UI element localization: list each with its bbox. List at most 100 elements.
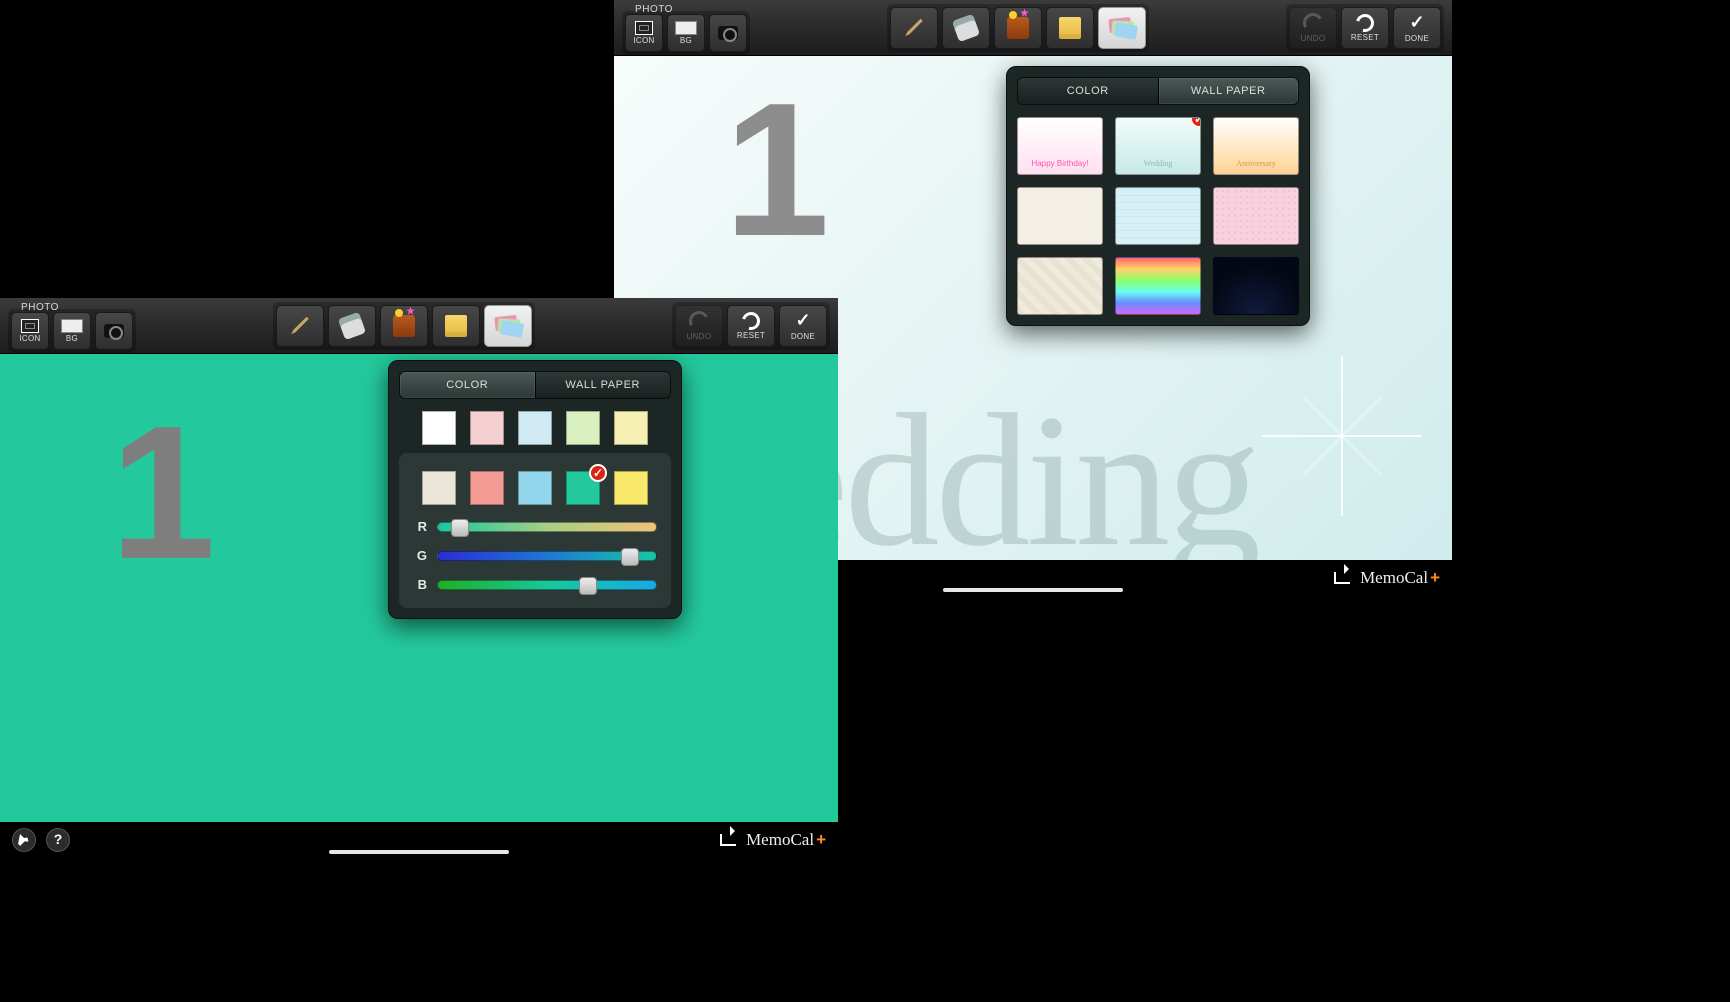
stickers-icon (393, 315, 415, 337)
background-popover: COLOR WALL PAPER Happy Birthday! Wedding A… (1006, 66, 1310, 326)
done-button[interactable]: DONE (1393, 7, 1441, 49)
color-swatch[interactable] (422, 411, 456, 445)
photo-label: PHOTO (8, 302, 72, 313)
eraser-icon (952, 13, 980, 41)
eraser-icon (338, 311, 366, 339)
undo-button: UNDO (675, 305, 723, 347)
popover-tabs: COLOR WALL PAPER (399, 371, 671, 399)
swatch-row-2 (413, 471, 657, 505)
bg-mode-button[interactable]: BG (53, 312, 91, 350)
color-swatch[interactable] (566, 411, 600, 445)
background-popover: COLOR WALL PAPER R G B (388, 360, 682, 619)
wallpaper-caption: Wedding (1144, 159, 1173, 174)
undo-icon (685, 307, 712, 334)
eraser-tool[interactable] (942, 7, 990, 49)
photo-group: PHOTO ICON BG (8, 299, 136, 353)
color-swatch[interactable] (614, 411, 648, 445)
reset-icon (739, 308, 764, 333)
check-icon (795, 310, 810, 331)
wallpaper-anniversary[interactable]: Anniversary (1213, 117, 1299, 175)
camera-icon (718, 26, 738, 40)
note-tool[interactable] (432, 305, 480, 347)
color-swatch[interactable] (422, 471, 456, 505)
wallpaper-night-sky[interactable] (1213, 257, 1299, 315)
wallpaper-rainbow[interactable] (1115, 257, 1201, 315)
color-swatch[interactable] (518, 471, 552, 505)
color-swatch[interactable] (566, 471, 600, 505)
share-icon[interactable] (720, 834, 736, 846)
wallpaper-happy-birthday[interactable]: Happy Birthday! (1017, 117, 1103, 175)
stickers-tool[interactable] (380, 305, 428, 347)
slider-b-track[interactable] (437, 580, 657, 590)
note-tool[interactable] (1046, 7, 1094, 49)
undo-button: UNDO (1289, 7, 1337, 49)
reset-button[interactable]: RESET (727, 305, 775, 347)
tab-wallpaper[interactable]: WALL PAPER (1158, 78, 1299, 104)
papers-icon (1109, 18, 1135, 38)
bg-mode-button[interactable]: BG (667, 14, 705, 52)
eraser-tool[interactable] (328, 305, 376, 347)
wallpaper-grid: Happy Birthday! Wedding Anniversary (1017, 117, 1299, 315)
wallpaper-grid-blue[interactable] (1115, 187, 1201, 245)
home-indicator (329, 850, 509, 854)
stickers-tool[interactable] (994, 7, 1042, 49)
tab-wallpaper[interactable]: WALL PAPER (535, 372, 671, 398)
help-button[interactable] (46, 828, 70, 852)
icon-mode-button[interactable]: ICON (11, 312, 49, 350)
slider-b-knob[interactable] (579, 577, 597, 595)
icon-mode-button[interactable]: ICON (625, 14, 663, 52)
background-tool[interactable] (1098, 7, 1146, 49)
share-icon[interactable] (1334, 572, 1350, 584)
date-number: 1 (110, 384, 216, 602)
color-swatch[interactable] (470, 411, 504, 445)
slider-r-knob[interactable] (451, 519, 469, 537)
pencil-tool[interactable] (890, 7, 938, 49)
date-number: 1 (724, 61, 830, 279)
photo-label: PHOTO (622, 4, 686, 15)
wallpaper-plain-cream[interactable] (1017, 187, 1103, 245)
stickers-icon (1007, 17, 1029, 39)
reset-button[interactable]: RESET (1341, 7, 1389, 49)
done-button[interactable]: DONE (779, 305, 827, 347)
background-tool[interactable] (484, 305, 532, 347)
toolbar: PHOTO ICON BG UNDO RESET DONE (0, 298, 838, 354)
popover-tabs: COLOR WALL PAPER (1017, 77, 1299, 105)
wrench-icon (14, 830, 34, 850)
slider-r-track[interactable] (437, 522, 657, 532)
color-swatch[interactable] (518, 411, 552, 445)
wallpaper-wedding[interactable]: Wedding (1115, 117, 1201, 175)
tab-color[interactable]: COLOR (400, 372, 535, 398)
wallpaper-hatch-beige[interactable] (1017, 257, 1103, 315)
slider-g: G (413, 548, 657, 563)
camera-button[interactable] (709, 14, 747, 52)
undo-icon (1299, 9, 1326, 36)
home-indicator (943, 588, 1123, 592)
camera-icon (104, 324, 124, 338)
color-swatch[interactable] (614, 471, 648, 505)
bottom-bar: MemoCal+ (0, 822, 838, 858)
help-icon (54, 831, 63, 849)
slider-g-track[interactable] (437, 551, 657, 561)
brand-label: MemoCal+ (746, 830, 826, 850)
tab-color[interactable]: COLOR (1018, 78, 1158, 104)
papers-icon (495, 316, 521, 336)
brand-label: MemoCal+ (1360, 568, 1440, 588)
pencil-icon (289, 315, 311, 337)
wallpaper-caption: Anniversary (1236, 159, 1276, 174)
bg-icon (61, 319, 83, 333)
settings-button[interactable] (12, 828, 36, 852)
photo-group: PHOTO ICON BG (622, 1, 750, 55)
frame-icon (21, 319, 39, 333)
color-swatch[interactable] (470, 471, 504, 505)
wallpaper-dots-pink[interactable] (1213, 187, 1299, 245)
pencil-tool[interactable] (276, 305, 324, 347)
pencil-icon (903, 17, 925, 39)
frame-icon (635, 21, 653, 35)
bg-icon (675, 21, 697, 35)
slider-g-knob[interactable] (621, 548, 639, 566)
note-icon (1059, 17, 1081, 39)
canvas[interactable]: 1 COLOR WALL PAPER R G B (0, 354, 838, 822)
slider-b: B (413, 577, 657, 592)
camera-button[interactable] (95, 312, 133, 350)
slider-r: R (413, 519, 657, 534)
